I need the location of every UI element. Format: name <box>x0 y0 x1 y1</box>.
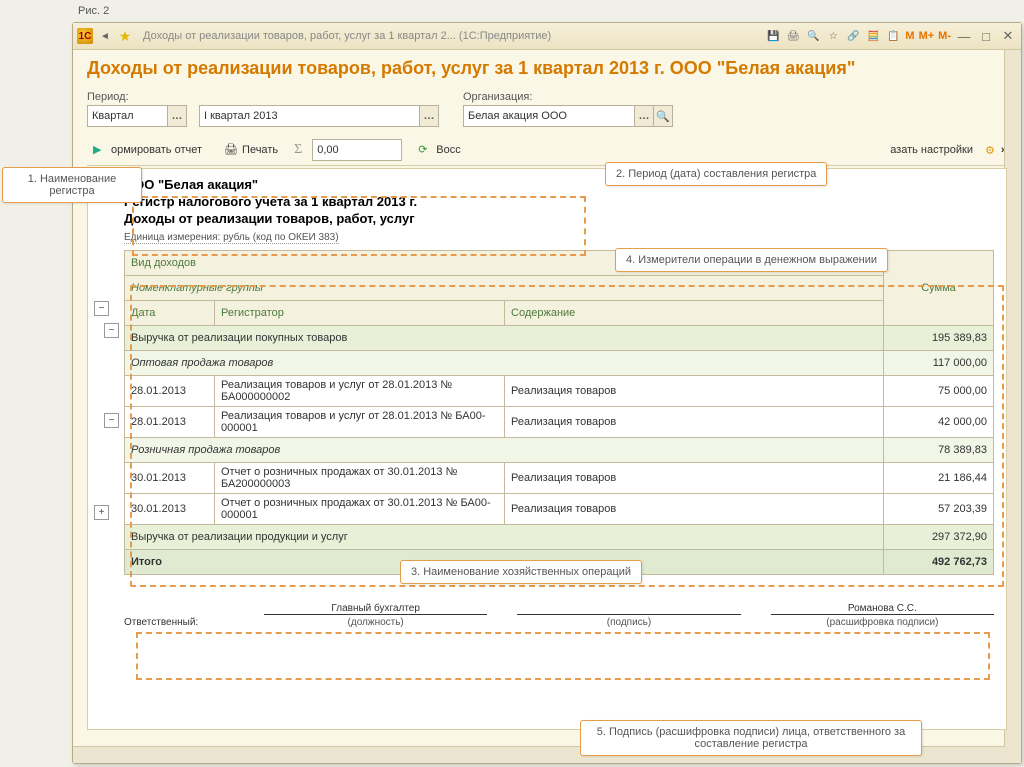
restore-button[interactable]: ⟳ Восс <box>412 141 466 159</box>
header-registrator: Регистратор <box>215 301 505 326</box>
table-cell: Отчет о розничных продажах от 30.01.2013… <box>215 494 505 525</box>
total-value: 492 762,73 <box>884 550 994 575</box>
callout-2: 2. Период (дата) составления регистра <box>605 162 827 186</box>
table-cell: Реализация товаров <box>505 494 884 525</box>
app-icon: 1C <box>77 28 93 44</box>
report-company: ООО "Белая акация" <box>124 177 994 192</box>
print-button[interactable]: 🖨 Печать <box>218 141 284 159</box>
header-date: Дата <box>125 301 215 326</box>
save-icon[interactable]: 💾 <box>765 29 781 43</box>
callout-5: 5. Подпись (расшифровка подписи) лица, о… <box>580 720 922 756</box>
preview-icon[interactable]: 🔍 <box>805 29 821 43</box>
report-title: Доходы от реализации товаров, работ, усл… <box>124 211 994 226</box>
mem-m[interactable]: M <box>905 30 914 42</box>
tree-toggle[interactable]: − <box>104 323 119 338</box>
titlebar: 1C ◄ ★ Доходы от реализации товаров, раб… <box>73 23 1021 50</box>
tree-toggle[interactable]: − <box>104 413 119 428</box>
callout-1: 1. Наименование регистра <box>2 167 142 203</box>
table-cell: Выручка от реализации продукции и услуг <box>125 525 884 550</box>
table-cell: 117 000,00 <box>884 351 994 376</box>
close-button[interactable]: ✕ <box>999 28 1017 44</box>
signer-name-value: Романова С.С. <box>771 603 994 614</box>
play-icon: ▶ <box>93 143 107 157</box>
calendar-icon[interactable]: 📋 <box>885 29 901 43</box>
maximize-button[interactable]: □ <box>977 29 995 44</box>
period-value-input[interactable]: I квартал 2013 <box>199 105 420 127</box>
unit-line: Единица измерения: рубль (код по ОКЕИ 38… <box>124 232 339 244</box>
link-icon[interactable]: 🔗 <box>845 29 861 43</box>
page-title: Доходы от реализации товаров, работ, усл… <box>87 58 1007 79</box>
org-input[interactable]: Белая акация ООО <box>463 105 635 127</box>
responsible-label: Ответственный: <box>124 603 234 628</box>
figure-label: Рис. 2 <box>78 5 109 17</box>
restore-icon: ⟳ <box>418 143 432 157</box>
back-icon[interactable]: ◄ <box>97 29 113 43</box>
sigma-value[interactable]: 0,00 <box>312 139 402 161</box>
show-settings-button[interactable]: азать настройки <box>884 142 979 158</box>
app-window: 1C ◄ ★ Доходы от реализации товаров, раб… <box>72 22 1022 764</box>
signature-row: Ответственный: Главный бухгалтер (должно… <box>124 603 994 628</box>
table-cell: 42 000,00 <box>884 407 994 438</box>
tree-toggle[interactable]: − <box>94 301 109 316</box>
signer-name-label: (расшифровка подписи) <box>771 614 994 628</box>
header-nom-groups: Номенклатурные группы <box>125 276 884 301</box>
table-cell: 195 389,83 <box>884 326 994 351</box>
report-register: Регистр налогового учета за 1 квартал 20… <box>124 194 994 209</box>
print-icon[interactable]: 🖨 <box>785 29 801 43</box>
period-label: Период: <box>87 91 187 103</box>
report-table: Вид доходовСумма Номенклатурные группы Д… <box>124 250 994 575</box>
position-value: Главный бухгалтер <box>264 603 487 614</box>
table-cell: 30.01.2013 <box>125 494 215 525</box>
org-search-icon[interactable]: 🔍 <box>654 105 673 127</box>
table-cell: Реализация товаров <box>505 376 884 407</box>
mem-mplus[interactable]: M+ <box>919 30 935 42</box>
window-title: Доходы от реализации товаров, работ, усл… <box>143 30 551 42</box>
header-content: Содержание <box>505 301 884 326</box>
period-type-input[interactable]: Квартал <box>87 105 168 127</box>
table-cell: Реализация товаров <box>505 463 884 494</box>
callout-3: 4. Измерители операции в денежном выраже… <box>615 248 888 272</box>
table-cell: 78 389,83 <box>884 438 994 463</box>
minimize-button[interactable]: — <box>955 29 973 44</box>
tree-toggle[interactable]: + <box>94 505 109 520</box>
table-cell: Оптовая продажа товаров <box>125 351 884 376</box>
signature-label: (подпись) <box>517 614 740 628</box>
table-cell: Реализация товаров <box>505 407 884 438</box>
table-cell: Розничная продажа товаров <box>125 438 884 463</box>
table-cell: 30.01.2013 <box>125 463 215 494</box>
header-sum: Сумма <box>884 251 994 326</box>
table-cell: Реализация товаров и услуг от 28.01.2013… <box>215 407 505 438</box>
table-cell: 57 203,39 <box>884 494 994 525</box>
org-picker[interactable]: … <box>635 105 654 127</box>
table-cell: 28.01.2013 <box>125 376 215 407</box>
period-type-picker[interactable]: … <box>168 105 187 127</box>
org-label: Организация: <box>463 91 673 103</box>
table-cell: Реализация товаров и услуг от 28.01.2013… <box>215 376 505 407</box>
table-cell: Выручка от реализации покупных товаров <box>125 326 884 351</box>
settings-icon[interactable]: ⚙ <box>985 144 995 157</box>
printer-icon: 🖨 <box>224 143 238 157</box>
star-icon[interactable]: ★ <box>117 28 133 44</box>
position-label: (должность) <box>264 614 487 628</box>
table-cell: 75 000,00 <box>884 376 994 407</box>
sigma-icon: Σ <box>294 142 302 158</box>
table-cell: 28.01.2013 <box>125 407 215 438</box>
toolbar: ▶ ормировать отчет 🖨 Печать Σ 0,00 ⟳ Вос… <box>87 135 1007 166</box>
table-cell: Отчет о розничных продажах от 30.01.2013… <box>215 463 505 494</box>
favorite-icon[interactable]: ☆ <box>825 29 841 43</box>
mem-mminus[interactable]: M- <box>938 30 951 42</box>
form-report-button[interactable]: ▶ ормировать отчет <box>87 141 208 159</box>
calc-icon[interactable]: 🧮 <box>865 29 881 43</box>
table-cell: 21 186,44 <box>884 463 994 494</box>
table-cell: 297 372,90 <box>884 525 994 550</box>
period-value-picker[interactable]: … <box>420 105 439 127</box>
callout-4: 3. Наименование хозяйственных операций <box>400 560 642 584</box>
